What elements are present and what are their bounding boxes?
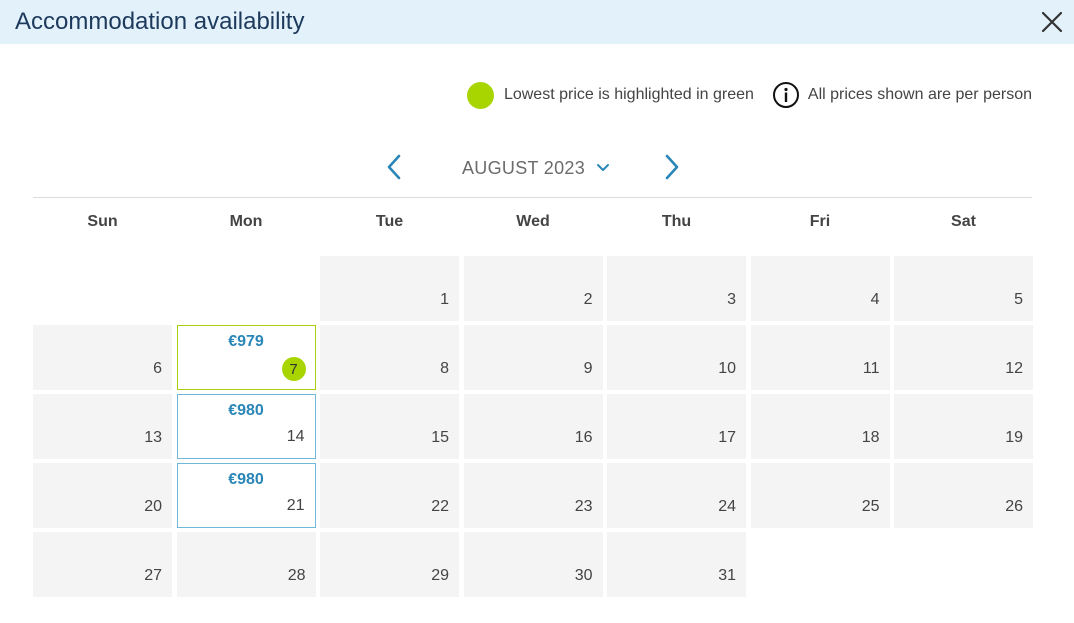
- day-number: 22: [431, 498, 449, 515]
- month-navigation: AUGUST 2023: [0, 150, 1074, 184]
- day-number: 7: [281, 357, 306, 381]
- day-cell[interactable]: 8: [320, 325, 459, 390]
- day-number: 9: [583, 360, 593, 377]
- empty-day-cell: [177, 256, 316, 321]
- day-number: 18: [861, 429, 880, 446]
- day-cell[interactable]: 18: [750, 394, 890, 459]
- day-number: 6: [153, 360, 162, 377]
- day-number: 3: [727, 291, 736, 308]
- day-number: 13: [144, 429, 162, 446]
- legend-per-person-label: All prices shown are per person: [807, 86, 1032, 103]
- day-number: 4: [870, 291, 880, 308]
- weekday-label: Thu: [661, 213, 692, 230]
- day-number: 28: [287, 567, 306, 584]
- day-number: 26: [1005, 498, 1023, 515]
- weekday-label: Fri: [809, 213, 831, 230]
- day-cell[interactable]: 20: [33, 463, 172, 528]
- day-cell[interactable]: 13: [33, 394, 172, 459]
- legend-per-person: All prices shown are per person: [772, 81, 1032, 109]
- day-cell[interactable]: 30: [463, 532, 603, 597]
- day-number: 21: [286, 497, 305, 514]
- day-cell[interactable]: 19: [894, 394, 1033, 459]
- day-cell[interactable]: 27: [33, 532, 172, 597]
- month-select[interactable]: AUGUST 2023: [462, 156, 610, 180]
- day-cell[interactable]: 22: [320, 463, 459, 528]
- legend-lowest-label: Lowest price is highlighted in green: [503, 86, 754, 103]
- day-price: €979: [228, 333, 264, 350]
- day-number: 5: [1014, 291, 1023, 308]
- green-dot-icon: [466, 81, 494, 109]
- day-cell[interactable]: 11: [750, 325, 890, 390]
- weekday-header: Sun Mon Tue Wed Thu Fri Sat: [33, 213, 1033, 237]
- day-number: 20: [144, 498, 162, 515]
- day-number: 1: [440, 291, 449, 308]
- day-number: 10: [718, 360, 736, 377]
- day-cell[interactable]: 31: [607, 532, 746, 597]
- next-month-button[interactable]: [660, 152, 684, 182]
- day-number: 30: [574, 567, 593, 584]
- day-number: 8: [440, 360, 449, 377]
- previous-month-button[interactable]: [382, 152, 406, 182]
- day-cell[interactable]: 10: [607, 325, 746, 390]
- day-cell[interactable]: 26: [894, 463, 1033, 528]
- day-number: 15: [431, 429, 449, 446]
- chevron-right-icon: [665, 154, 679, 180]
- day-cell[interactable]: 24: [607, 463, 746, 528]
- weekday-label: Sun: [87, 213, 118, 230]
- day-number: 27: [144, 567, 162, 584]
- close-button[interactable]: [1038, 8, 1066, 36]
- chevron-left-icon: [387, 154, 401, 180]
- day-number: 12: [1005, 360, 1023, 377]
- info-icon: [772, 82, 799, 108]
- chevron-down-icon: [597, 164, 610, 171]
- calendar-grid: 1 2 3 4 5 6 €979 7 8 9 10 11 12 13 €980 14 15 16 17 18 19 20 €…: [33, 256, 1033, 597]
- weekday-label: Wed: [516, 213, 550, 230]
- close-icon: [1041, 11, 1063, 33]
- day-number: 31: [718, 567, 736, 584]
- day-number: 24: [718, 498, 736, 515]
- weekday-label: Sat: [951, 213, 976, 230]
- weekday-label: Tue: [375, 213, 404, 230]
- legend: Lowest price is highlighted in green All…: [466, 81, 1032, 109]
- day-number: 14: [286, 428, 305, 445]
- day-cell[interactable]: 6: [33, 325, 172, 390]
- day-number: 19: [1005, 429, 1023, 446]
- day-number: 29: [431, 567, 449, 584]
- day-cell[interactable]: €980 14: [176, 394, 316, 459]
- day-cell[interactable]: 17: [607, 394, 746, 459]
- day-cell[interactable]: 9: [463, 325, 603, 390]
- day-price: €980: [228, 402, 264, 419]
- day-number: 2: [583, 291, 593, 308]
- legend-lowest-price: Lowest price is highlighted in green: [466, 81, 754, 109]
- day-number: 25: [861, 498, 880, 515]
- day-cell[interactable]: €980 21: [176, 463, 316, 528]
- day-cell[interactable]: 23: [463, 463, 603, 528]
- day-cell[interactable]: 28: [176, 532, 316, 597]
- day-cell[interactable]: 3: [607, 256, 746, 321]
- day-cell[interactable]: 25: [750, 463, 890, 528]
- day-number: 11: [862, 360, 880, 377]
- day-cell[interactable]: 4: [750, 256, 890, 321]
- day-number: 16: [574, 429, 593, 446]
- day-cell[interactable]: 1: [320, 256, 459, 321]
- day-number: 17: [718, 429, 736, 446]
- day-number: 23: [574, 498, 593, 515]
- day-cell[interactable]: 5: [894, 256, 1033, 321]
- day-cell[interactable]: 16: [463, 394, 603, 459]
- day-price: €980: [228, 471, 264, 488]
- day-cell[interactable]: 15: [320, 394, 459, 459]
- day-cell[interactable]: €979 7: [176, 325, 316, 390]
- empty-day-cell: [33, 256, 172, 321]
- dialog-title: Accommodation availability: [15, 8, 305, 35]
- day-cell[interactable]: 29: [320, 532, 459, 597]
- weekday-label: Mon: [229, 213, 263, 230]
- month-label: AUGUST 2023: [462, 157, 586, 178]
- day-cell[interactable]: 2: [463, 256, 603, 321]
- dialog-header: Accommodation availability: [0, 0, 1074, 44]
- day-cell[interactable]: 12: [894, 325, 1033, 390]
- divider: [33, 197, 1032, 198]
